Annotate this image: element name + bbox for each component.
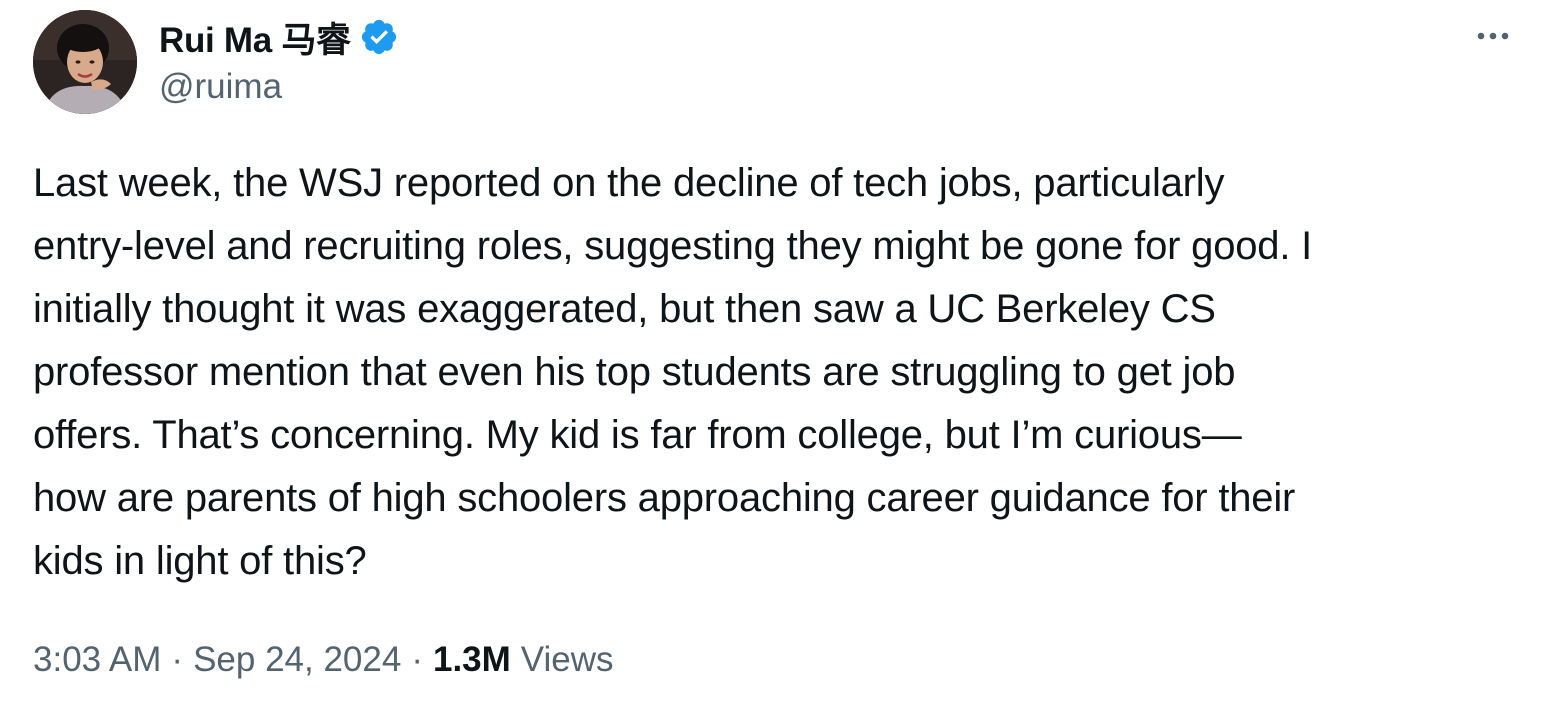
views-count[interactable]: 1.3M	[433, 636, 511, 684]
more-button[interactable]	[1468, 18, 1518, 54]
author-handle[interactable]: @ruima	[159, 67, 282, 107]
more-horizontal-icon	[1477, 32, 1509, 40]
tweet-text: Last week, the WSJ reported on the decli…	[33, 161, 1313, 583]
avatar-photo	[33, 10, 137, 114]
views-label[interactable]: Views	[521, 636, 614, 684]
avatar[interactable]	[33, 10, 137, 114]
meta-separator: ·	[411, 640, 423, 679]
author-name[interactable]: Rui Ma 马睿	[159, 12, 351, 63]
tweet-date[interactable]: Sep 24, 2024	[193, 636, 401, 684]
tweet-time[interactable]: 3:03 AM	[33, 636, 161, 684]
meta-separator: ·	[171, 640, 184, 679]
tweet: Rui Ma 马睿 @ruima Last week, the WSJ repo…	[0, 0, 1550, 702]
verified-badge-icon[interactable]	[359, 17, 399, 57]
author-name-row: Rui Ma 马睿	[159, 14, 399, 60]
tweet-meta: 3:03 AM · Sep 24, 2024 · 1.3M Views	[33, 636, 614, 684]
